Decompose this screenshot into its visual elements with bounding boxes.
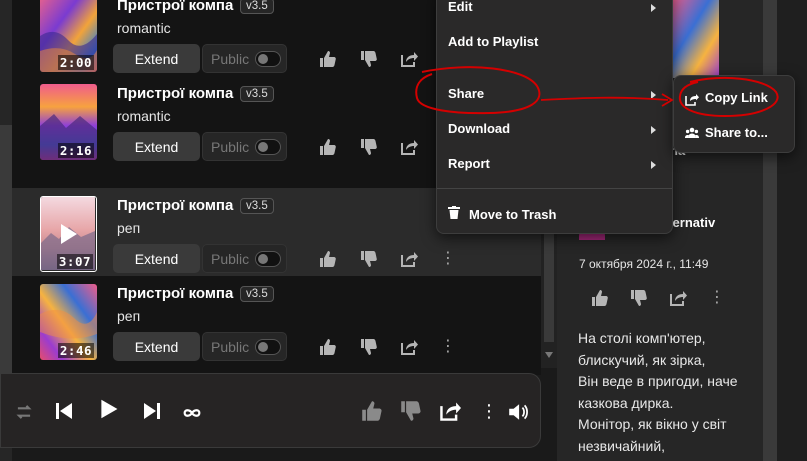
copy-link-icon — [685, 92, 699, 106]
page-edge — [777, 0, 807, 461]
more-options-icon[interactable]: ⋮ — [440, 250, 456, 268]
public-label: Public — [211, 338, 250, 355]
share-icon[interactable] — [439, 400, 461, 422]
song-title[interactable]: Пристрої компа — [117, 0, 233, 14]
share-submenu: Copy Link Share to... — [673, 75, 795, 153]
cover-art-image — [671, 0, 719, 78]
thumbs-up-icon[interactable] — [319, 138, 337, 156]
skip-previous-icon[interactable] — [53, 400, 75, 422]
thumbs-up-icon[interactable] — [319, 250, 337, 268]
extend-button[interactable]: Extend — [113, 244, 200, 273]
toggle-switch[interactable] — [255, 51, 281, 67]
public-label: Public — [211, 50, 250, 67]
toggle-switch[interactable] — [255, 339, 281, 355]
thumbs-down-icon[interactable] — [630, 289, 648, 307]
version-badge: v3.5 — [240, 0, 274, 14]
song-duration: 3:07 — [56, 254, 93, 269]
share-icon[interactable] — [400, 338, 418, 356]
trash-icon — [448, 206, 460, 219]
menu-item-edit[interactable]: Edit — [448, 0, 473, 14]
song-duration: 2:16 — [57, 143, 94, 158]
skip-next-icon[interactable] — [141, 400, 163, 422]
menu-item-download[interactable]: Download — [448, 121, 510, 136]
public-toggle[interactable]: Public — [202, 132, 287, 161]
toggle-switch[interactable] — [255, 139, 281, 155]
menu-divider — [437, 188, 672, 189]
thumbs-up-icon[interactable] — [591, 289, 609, 307]
more-options-icon[interactable]: ⋮ — [480, 400, 498, 422]
scroll-down-arrow-icon[interactable] — [545, 352, 553, 358]
panel-scrollbar[interactable] — [763, 0, 777, 461]
submenu-item-share-to[interactable]: Share to... — [705, 125, 768, 140]
chevron-right-icon — [651, 161, 656, 169]
song-genre[interactable]: реп — [117, 308, 140, 324]
chevron-right-icon — [651, 91, 656, 99]
version-badge: v3.5 — [240, 198, 274, 214]
thumbs-down-icon[interactable] — [360, 338, 378, 356]
play-button-icon[interactable] — [98, 398, 122, 424]
share-icon[interactable] — [669, 289, 687, 307]
share-icon[interactable] — [400, 138, 418, 156]
extend-button[interactable]: Extend — [113, 44, 200, 73]
song-duration: 2:00 — [57, 55, 94, 70]
chevron-right-icon — [651, 126, 656, 134]
song-cover[interactable]: 2:46 — [40, 284, 97, 360]
context-menu: Edit Add to Playlist Share Download Repo… — [436, 0, 673, 234]
lyrics-text: На столі комп'ютер, блискучий, як зірка,… — [578, 330, 738, 454]
song-genre[interactable]: romantic — [117, 108, 171, 124]
publish-date: 7 октября 2024 г., 11:49 — [579, 257, 709, 271]
song-genre[interactable]: реп — [117, 220, 140, 236]
public-label: Public — [211, 250, 250, 267]
song-genre[interactable]: romantic — [117, 20, 171, 36]
thumbs-up-icon[interactable] — [319, 50, 337, 68]
more-options-icon[interactable]: ⋮ — [440, 338, 456, 356]
share-icon[interactable] — [400, 50, 418, 68]
song-cover[interactable]: 3:07 — [40, 196, 97, 272]
version-badge: v3.5 — [240, 286, 274, 302]
song-duration: 2:46 — [57, 343, 94, 358]
play-icon[interactable] — [61, 224, 77, 244]
toggle-switch[interactable] — [255, 251, 281, 267]
submenu-item-copy-link[interactable]: Copy Link — [705, 90, 768, 105]
song-title[interactable]: Пристрої компа — [117, 197, 233, 214]
thumbs-down-icon[interactable] — [360, 138, 378, 156]
menu-item-add-to-playlist[interactable]: Add to Playlist — [448, 34, 538, 49]
more-options-icon[interactable]: ⋮ — [709, 289, 725, 307]
menu-item-move-to-trash[interactable]: Move to Trash — [469, 207, 556, 222]
users-icon — [685, 126, 699, 140]
chevron-right-icon — [651, 4, 656, 12]
public-toggle[interactable]: Public — [202, 332, 287, 361]
thumbs-up-icon[interactable] — [361, 400, 383, 422]
loop-icon[interactable] — [181, 402, 201, 420]
share-icon[interactable] — [400, 250, 418, 268]
song-cover[interactable]: 2:16 — [40, 84, 97, 160]
thumbs-down-icon[interactable] — [400, 400, 422, 422]
player-bar: ⋮ — [0, 373, 541, 448]
volume-icon[interactable] — [507, 401, 528, 421]
extend-button[interactable]: Extend — [113, 332, 200, 361]
thumbs-down-icon[interactable] — [360, 50, 378, 68]
menu-item-share[interactable]: Share — [448, 86, 484, 101]
thumbs-down-icon[interactable] — [360, 250, 378, 268]
extend-button[interactable]: Extend — [113, 132, 200, 161]
public-label: Public — [211, 138, 250, 155]
song-row[interactable]: 2:46 Пристрої компа v3.5 реп Extend Publ… — [12, 276, 541, 364]
song-cover[interactable]: 2:00 — [40, 0, 97, 72]
thumbs-up-icon[interactable] — [319, 338, 337, 356]
app-window: 2:00 Пристрої компа v3.5 romantic Extend… — [0, 0, 807, 461]
version-badge: v3.5 — [240, 86, 274, 102]
song-title[interactable]: Пристрої компа — [117, 85, 233, 102]
public-toggle[interactable]: Public — [202, 44, 287, 73]
song-title[interactable]: Пристрої компа — [117, 285, 233, 302]
menu-item-report[interactable]: Report — [448, 156, 490, 171]
repeat-icon[interactable] — [13, 401, 32, 419]
public-toggle[interactable]: Public — [202, 244, 287, 273]
